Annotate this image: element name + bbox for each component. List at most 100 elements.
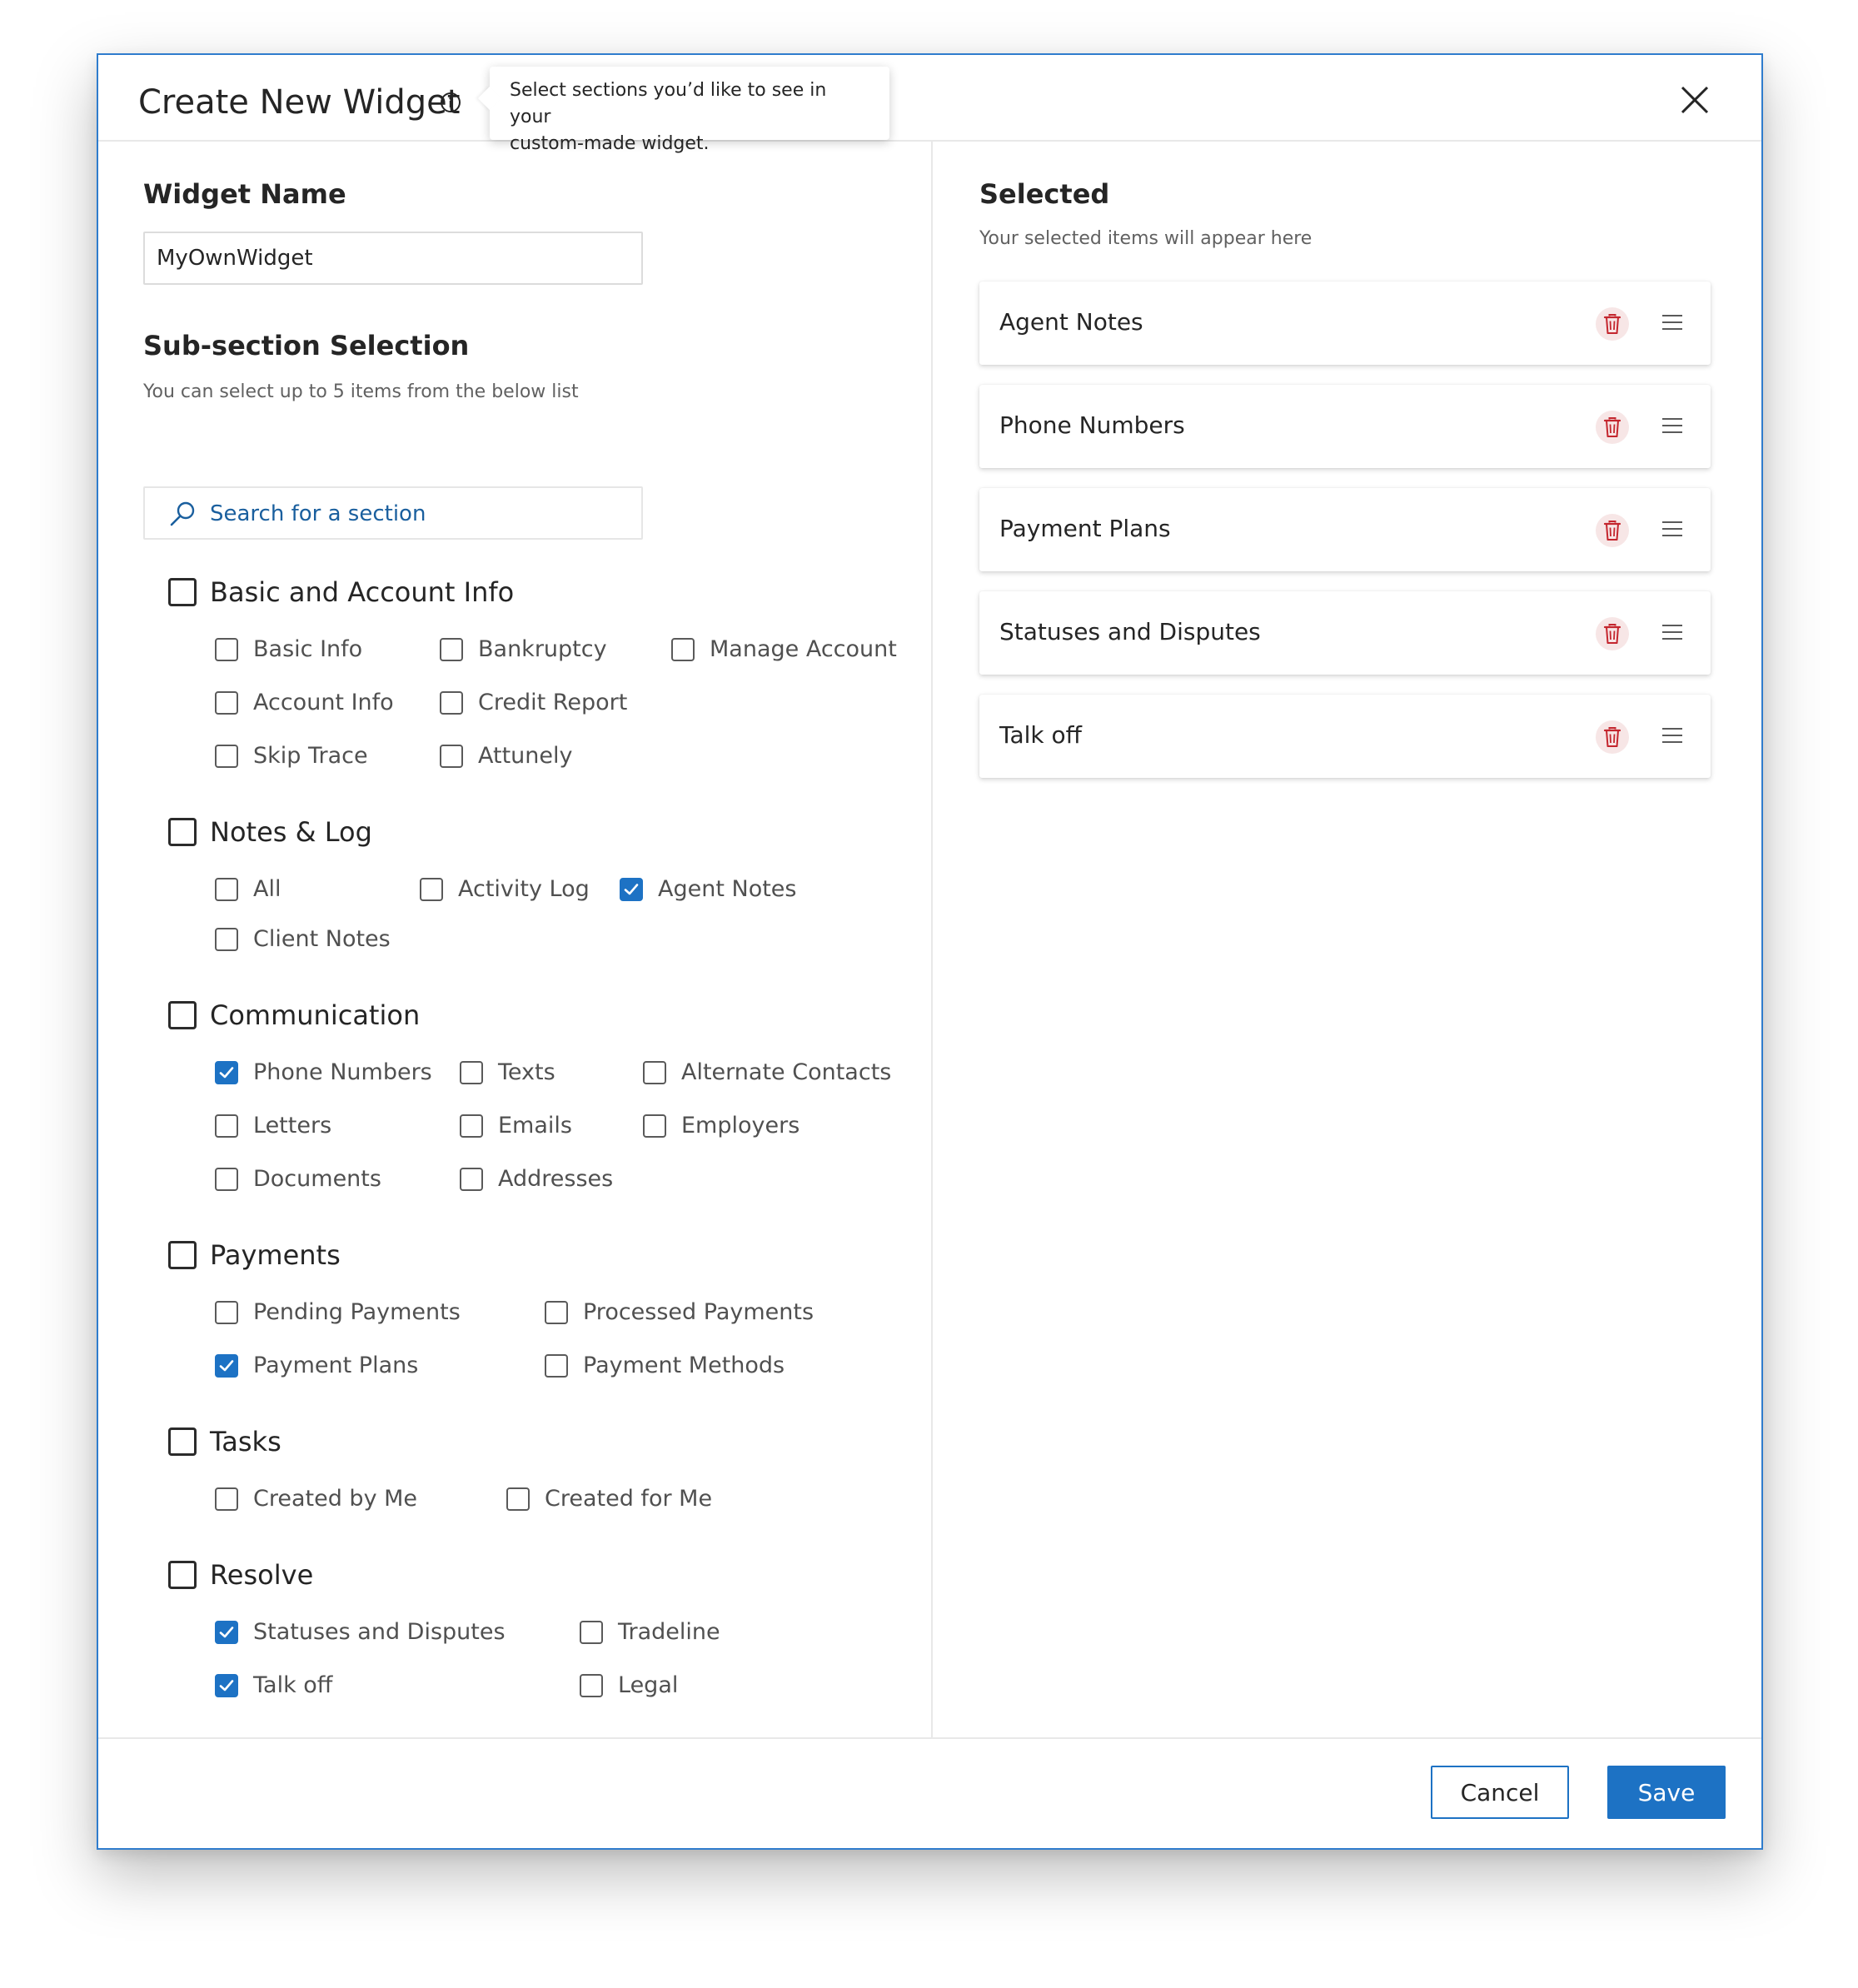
selected-item-card[interactable]: Agent Notes <box>979 282 1711 365</box>
checkbox-box[interactable] <box>545 1353 568 1378</box>
drag-handle-icon[interactable] <box>1661 520 1684 538</box>
checkbox-box[interactable] <box>215 1060 238 1084</box>
checkbox-addresses[interactable]: Addresses <box>460 1166 613 1192</box>
checkbox-box[interactable] <box>460 1167 483 1191</box>
checkbox-box[interactable] <box>215 744 238 768</box>
drag-handle-icon[interactable] <box>1661 416 1684 435</box>
selected-item-card[interactable]: Talk off <box>979 695 1711 778</box>
delete-button[interactable] <box>1596 411 1629 444</box>
checkbox-box[interactable] <box>168 1427 197 1456</box>
checkbox-box[interactable] <box>215 1167 238 1191</box>
checkbox-credit-report[interactable]: Credit Report <box>440 690 627 715</box>
checkbox-box[interactable] <box>420 877 443 901</box>
group-checkbox-tasks[interactable]: Tasks <box>168 1426 281 1457</box>
widget-name-input[interactable] <box>143 232 643 285</box>
checkbox-payment-methods[interactable]: Payment Methods <box>545 1353 785 1378</box>
checkbox-box[interactable] <box>643 1060 666 1084</box>
checkbox-manage-account[interactable]: Manage Account <box>671 636 897 662</box>
checkbox-emails[interactable]: Emails <box>460 1113 572 1138</box>
checkbox-all[interactable]: All <box>215 876 281 902</box>
checkbox-texts[interactable]: Texts <box>460 1059 555 1085</box>
checkbox-activity-log[interactable]: Activity Log <box>420 876 590 902</box>
checkbox-box[interactable] <box>215 1114 238 1138</box>
checkbox-agent-notes[interactable]: Agent Notes <box>620 876 796 902</box>
checkbox-box[interactable] <box>545 1300 568 1324</box>
checkbox-box[interactable] <box>215 1487 238 1511</box>
group-checkbox-payments[interactable]: Payments <box>168 1239 341 1271</box>
checkbox-employers[interactable]: Employers <box>643 1113 799 1138</box>
cancel-button[interactable]: Cancel <box>1431 1766 1569 1819</box>
delete-button[interactable] <box>1596 617 1629 650</box>
checkbox-box[interactable] <box>168 1561 197 1589</box>
checkbox-client-notes[interactable]: Client Notes <box>215 926 391 952</box>
section-search[interactable] <box>143 486 643 540</box>
checkbox-tradeline[interactable]: Tradeline <box>580 1619 720 1645</box>
checkbox-account-info[interactable]: Account Info <box>215 690 394 715</box>
checkbox-bankruptcy[interactable]: Bankruptcy <box>440 636 607 662</box>
checkbox-box[interactable] <box>506 1487 530 1511</box>
checkbox-box[interactable] <box>460 1114 483 1138</box>
checkbox-box[interactable] <box>643 1114 666 1138</box>
checkbox-box[interactable] <box>215 1673 238 1697</box>
checkbox-alternate-contacts[interactable]: Alternate Contacts <box>643 1059 891 1085</box>
selected-item-card[interactable]: Statuses and Disputes <box>979 591 1711 675</box>
checkbox-documents[interactable]: Documents <box>215 1166 381 1192</box>
checkbox-created-by-me[interactable]: Created by Me <box>215 1486 417 1512</box>
checkbox-phone-numbers[interactable]: Phone Numbers <box>215 1059 432 1085</box>
checkbox-box[interactable] <box>460 1060 483 1084</box>
save-button[interactable]: Save <box>1607 1766 1726 1819</box>
dialog-title: Create New Widget <box>138 83 461 122</box>
selected-item-card[interactable]: Payment Plans <box>979 488 1711 571</box>
checkbox-box[interactable] <box>671 637 695 661</box>
checkbox-label: Manage Account <box>710 636 897 662</box>
checkbox-skip-trace[interactable]: Skip Trace <box>215 743 368 769</box>
checkbox-label: Employers <box>681 1113 800 1138</box>
delete-button[interactable] <box>1596 514 1629 547</box>
checkbox-box[interactable] <box>580 1673 603 1697</box>
checkbox-created-for-me[interactable]: Created for Me <box>506 1486 712 1512</box>
checkbox-box[interactable] <box>440 690 463 715</box>
checkbox-box[interactable] <box>215 877 238 901</box>
checkbox-box[interactable] <box>168 818 197 846</box>
checkbox-box[interactable] <box>215 637 238 661</box>
delete-button[interactable] <box>1596 720 1629 754</box>
selected-item-card[interactable]: Phone Numbers <box>979 385 1711 468</box>
group-label: Communication <box>210 999 421 1031</box>
checkbox-box[interactable] <box>168 1241 197 1269</box>
checkbox-statuses-and-disputes[interactable]: Statuses and Disputes <box>215 1619 506 1645</box>
checkbox-box[interactable] <box>215 690 238 715</box>
group-checkbox-notes-and-log[interactable]: Notes & Log <box>168 816 372 848</box>
delete-button[interactable] <box>1596 307 1629 341</box>
checkbox-box[interactable] <box>215 1620 238 1644</box>
checkbox-basic-info[interactable]: Basic Info <box>215 636 362 662</box>
checkbox-box[interactable] <box>168 1001 197 1029</box>
info-tooltip: Select sections you’d like to see in you… <box>490 67 889 154</box>
checkbox-box[interactable] <box>215 1353 238 1378</box>
drag-handle-icon[interactable] <box>1661 313 1684 331</box>
checkbox-box[interactable] <box>440 637 463 661</box>
drag-handle-icon[interactable] <box>1661 623 1684 641</box>
group-checkbox-resolve[interactable]: Resolve <box>168 1559 313 1591</box>
checkbox-talk-off[interactable]: Talk off <box>215 1672 332 1698</box>
checkbox-box[interactable] <box>215 1300 238 1324</box>
search-input[interactable] <box>208 488 628 540</box>
close-icon[interactable] <box>1680 85 1710 115</box>
checkbox-box[interactable] <box>580 1620 603 1644</box>
checkbox-box[interactable] <box>440 744 463 768</box>
checkbox-legal[interactable]: Legal <box>580 1672 678 1698</box>
checkbox-attunely[interactable]: Attunely <box>440 743 572 769</box>
checkmark-icon <box>219 1359 234 1371</box>
group-checkbox-basic-and-account-info[interactable]: Basic and Account Info <box>168 576 514 608</box>
group-checkbox-communication[interactable]: Communication <box>168 999 420 1031</box>
checkbox-box[interactable] <box>168 578 197 606</box>
checkbox-label: Credit Report <box>478 690 628 715</box>
checkbox-label: Bankruptcy <box>478 636 607 662</box>
checkbox-processed-payments[interactable]: Processed Payments <box>545 1299 814 1325</box>
checkbox-pending-payments[interactable]: Pending Payments <box>215 1299 461 1325</box>
drag-handle-icon[interactable] <box>1661 726 1684 745</box>
info-icon[interactable] <box>440 92 461 113</box>
checkbox-box[interactable] <box>215 927 238 951</box>
checkbox-box[interactable] <box>620 877 643 901</box>
checkbox-letters[interactable]: Letters <box>215 1113 331 1138</box>
checkbox-payment-plans[interactable]: Payment Plans <box>215 1353 418 1378</box>
